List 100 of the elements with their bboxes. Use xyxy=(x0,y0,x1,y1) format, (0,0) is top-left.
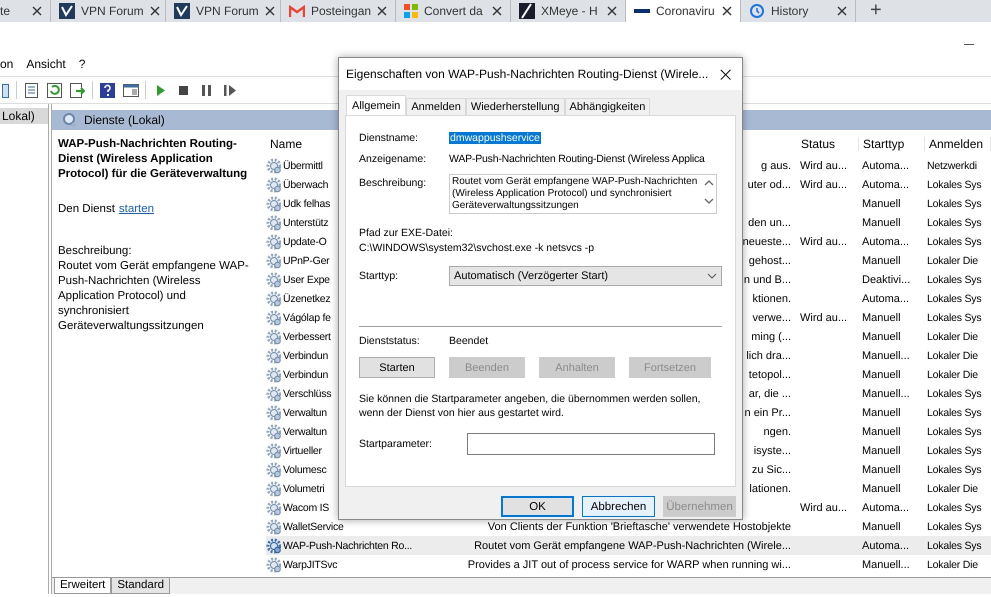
table-cell: Lokales Sys xyxy=(927,520,982,532)
close-icon[interactable] xyxy=(264,6,275,16)
gear-icon xyxy=(266,234,281,250)
table-cell: Lokales Sys xyxy=(927,464,982,476)
dialog-tab[interactable]: Wiederherstellung xyxy=(466,98,565,115)
path-value: C:\WINDOWS\system32\svchost.exe -k netsvcs -p xyxy=(359,242,596,254)
table-cell: Automa... xyxy=(862,502,910,514)
close-icon[interactable] xyxy=(377,6,388,16)
start-link[interactable]: starten xyxy=(118,202,154,217)
menu-item[interactable]: on xyxy=(0,57,14,71)
service-name[interactable]: Virtueller xyxy=(283,444,322,456)
mail-icon xyxy=(289,5,305,17)
close-icon[interactable] xyxy=(492,6,502,16)
service-name[interactable]: Verschlüss xyxy=(283,388,332,400)
close-icon[interactable] xyxy=(722,6,732,16)
service-name[interactable]: Update-O xyxy=(283,236,327,248)
properties-icon[interactable] xyxy=(23,82,40,98)
menu-item[interactable]: Ansicht xyxy=(26,57,66,71)
browser-tab[interactable]: Convert da xyxy=(396,0,511,22)
service-description: ktionen. xyxy=(752,292,791,304)
export-icon[interactable] xyxy=(69,82,86,98)
gear-icon xyxy=(266,310,281,326)
browser-tab[interactable]: VPN Forum xyxy=(166,0,281,22)
tree-item[interactable]: Lokal) xyxy=(0,108,48,124)
table-cell: Lokales Sys xyxy=(927,388,982,400)
service-button[interactable]: Starten xyxy=(359,357,435,378)
table-cell: Manuell xyxy=(862,330,901,342)
table-cell: Manuell xyxy=(862,426,901,438)
gear-icon xyxy=(266,424,281,440)
dialog-tab[interactable]: Anmelden xyxy=(406,98,466,115)
browser-tab[interactable]: te xyxy=(0,0,51,22)
startup-dropdown[interactable]: Automatisch (Verzögerter Start) xyxy=(449,266,722,286)
table-cell: Manuell xyxy=(862,254,901,266)
close-icon[interactable] xyxy=(607,6,617,16)
window-icon[interactable] xyxy=(2,82,10,98)
refresh-icon[interactable] xyxy=(46,82,63,98)
close-icon[interactable] xyxy=(837,6,847,16)
tiles-icon xyxy=(404,4,418,18)
chevron-icon xyxy=(707,273,717,279)
service-name[interactable]: WalletService xyxy=(283,520,344,532)
parameters-field[interactable] xyxy=(467,433,715,455)
service-name[interactable]: Verbindun xyxy=(283,368,328,380)
service-name[interactable]: WAP-Push-Nachrichten Ro... xyxy=(283,540,412,552)
column-header[interactable]: Status xyxy=(797,137,859,151)
service-description: isyste... xyxy=(754,444,791,456)
service-name[interactable]: Unterstütz xyxy=(283,216,328,228)
gear-icon xyxy=(266,252,281,268)
gear-icon xyxy=(266,538,281,554)
dialog-tab[interactable]: Allgemein xyxy=(346,95,406,115)
dialog-button[interactable]: Abbrechen xyxy=(582,496,655,517)
close-button[interactable]: × xyxy=(717,62,734,86)
service-name[interactable]: Verwaltun xyxy=(283,426,327,438)
browser-tab[interactable]: XMeye - H xyxy=(511,0,626,22)
service-name[interactable]: Udk felhas xyxy=(283,198,330,210)
table-cell: Lokaler Die xyxy=(927,482,978,494)
service-name[interactable]: UPnP-Ger xyxy=(283,254,330,266)
service-description: ming (... xyxy=(751,330,791,342)
new-tab-button[interactable]: + xyxy=(856,0,896,22)
browser-tab[interactable]: History xyxy=(741,0,856,22)
browser-tab[interactable]: VPN Forum xyxy=(51,0,166,22)
browser-tab[interactable]: Posteingan xyxy=(281,0,396,22)
help-icon[interactable] xyxy=(99,82,116,98)
service-name[interactable]: Volumesc xyxy=(283,464,327,476)
service-name[interactable]: Volumetri xyxy=(283,482,325,494)
service-name[interactable]: Verbindun xyxy=(283,350,328,362)
field-label: Anzeigename: xyxy=(359,153,428,165)
close-icon[interactable] xyxy=(150,6,160,16)
service-name[interactable]: WarpJITSvc xyxy=(283,558,338,570)
minimize-icon[interactable] xyxy=(964,44,974,46)
gear-icon xyxy=(266,480,281,496)
gear-icon xyxy=(266,366,281,382)
table-cell: Wird au... xyxy=(800,160,848,172)
description-field[interactable]: Routet vom Gerät empfangene WAP-Push-Nachrichten (Wireless Application Protocol) und synchronisiert Geräteverwaltungssitzungen xyxy=(449,174,717,214)
service-name[interactable]: Überwach xyxy=(283,178,328,190)
dialog-tab[interactable]: Abhängigkeiten xyxy=(564,98,650,115)
service-name[interactable]: User Expe xyxy=(283,274,330,286)
gear-icon xyxy=(266,462,281,478)
console-icon[interactable] xyxy=(122,82,139,98)
service-name[interactable]: Üzenetkez xyxy=(283,292,330,304)
gear-icon xyxy=(266,176,281,192)
dialog-button[interactable]: OK xyxy=(501,496,574,517)
service-name[interactable]: Verwaltun xyxy=(283,406,327,418)
view-tab[interactable]: Erweitert xyxy=(54,578,112,594)
column-header[interactable]: Anmelden xyxy=(925,137,991,151)
table-cell: Lokales Sys xyxy=(927,178,982,190)
table-cell: Lokaler Die xyxy=(927,368,978,380)
service-name[interactable]: Verbessert xyxy=(283,330,331,342)
service-title: WAP-Push-Nachrichten Routing-Dienst (Wireless Application Protocol) für die Geräteverwaltung xyxy=(58,137,248,182)
service-name[interactable]: Vágólap fe xyxy=(283,312,331,324)
view-tab[interactable]: Standard xyxy=(111,578,170,594)
gear-icon xyxy=(266,214,281,230)
close-icon[interactable] xyxy=(32,6,42,16)
gear-icon xyxy=(266,518,281,534)
browser-tab[interactable]: Coronaviru xyxy=(626,0,741,22)
service-name[interactable]: Wacom IS xyxy=(283,502,330,514)
column-header[interactable]: Starttyp xyxy=(859,137,925,151)
action-text: Den Dienst xyxy=(58,202,115,217)
menu-item[interactable]: ? xyxy=(78,57,86,71)
service-name[interactable]: Übermittl xyxy=(283,160,323,172)
table-cell: Lokaler Die xyxy=(927,558,978,570)
